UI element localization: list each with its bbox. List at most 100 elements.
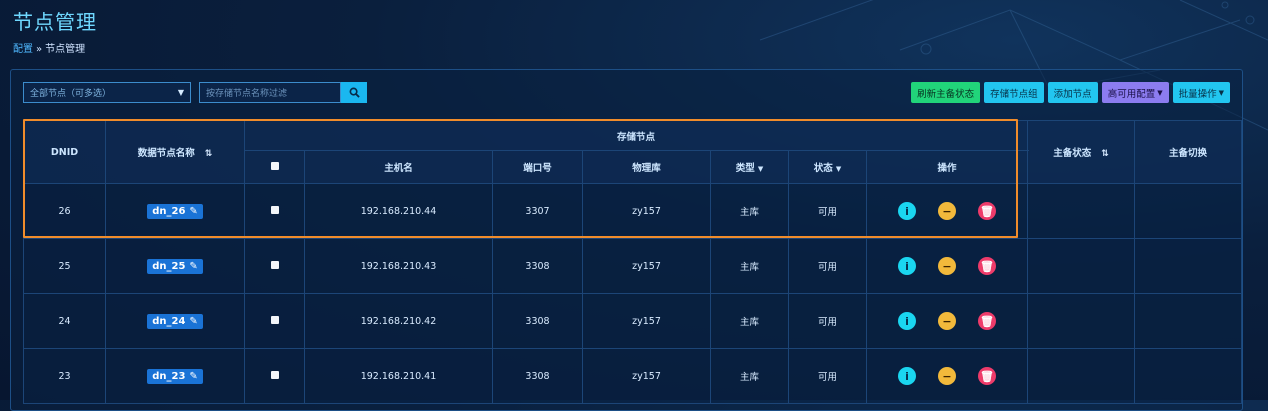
sort-icon[interactable]: ⇅	[1101, 149, 1109, 159]
type-cell: 主库	[710, 348, 789, 404]
master-switch-cell	[1134, 293, 1242, 349]
actions-cell: i − 🗑	[866, 293, 1028, 349]
row-checkbox-cell	[244, 183, 305, 239]
row-checkbox[interactable]	[270, 370, 279, 379]
table-row: 26 dn_26 ✎ 192.168.210.44 3307 zy157 主库 可…	[23, 183, 1242, 239]
port-cell: 3308	[492, 348, 583, 404]
batch-ops-label: 批量操作	[1178, 88, 1217, 100]
delete-icon[interactable]: 🗑	[978, 257, 996, 275]
status-cell: 可用	[788, 348, 867, 404]
physical-db-cell: zy157	[582, 293, 711, 349]
col-header-storage-node: 存储节点	[244, 120, 1028, 151]
batch-ops-dropdown-button[interactable]: 批量操作 ▼	[1172, 82, 1230, 103]
hostname-cell: 192.168.210.43	[304, 238, 493, 294]
col-header-master-status[interactable]: 主备状态 ⇅	[1027, 120, 1135, 184]
type-cell: 主库	[710, 293, 789, 349]
col-header-actions: 操作	[866, 150, 1028, 184]
port-cell: 3307	[492, 183, 583, 239]
minus-icon[interactable]: −	[938, 202, 956, 220]
edit-icon[interactable]: ✎	[189, 206, 197, 217]
dnid-cell: 25	[23, 238, 106, 294]
master-status-cell	[1027, 183, 1135, 239]
node-name-badge[interactable]: dn_25 ✎	[147, 258, 203, 274]
table-row: 24 dn_24 ✎ 192.168.210.42 3308 zy157 主库 可…	[23, 293, 1242, 349]
node-multiselect-value: 全部节点（可多选）	[30, 89, 112, 99]
col-header-port: 端口号	[492, 150, 583, 184]
dnid-cell: 23	[23, 348, 106, 404]
row-checkbox-cell	[244, 348, 305, 404]
breadcrumb-current: 节点管理	[45, 44, 86, 55]
edit-icon[interactable]: ✎	[189, 316, 197, 327]
ha-config-dropdown-button[interactable]: 高可用配置 ▼	[1101, 82, 1169, 103]
add-node-button[interactable]: 添加节点	[1047, 82, 1098, 103]
page-title: 节点管理	[13, 10, 97, 34]
node-management-panel: 全部节点（可多选） ▼ 刷新主备状态 存储节点组 添加节点 高可用配置▼ 批量操…	[10, 69, 1243, 411]
select-all-checkbox-cell	[244, 150, 305, 184]
col-header-data-node-name[interactable]: 数据节点名称 ⇅	[105, 120, 245, 184]
col-header-type[interactable]: 类型 ▼	[710, 150, 789, 184]
edit-icon[interactable]: ✎	[189, 261, 197, 272]
physical-db-cell: zy157	[582, 348, 711, 404]
refresh-master-status-button[interactable]: 刷新主备状态	[911, 82, 981, 103]
col-header-hostname: 主机名	[304, 150, 493, 184]
select-all-checkbox[interactable]	[270, 161, 279, 170]
node-multiselect[interactable]: 全部节点（可多选） ▼	[23, 82, 191, 103]
col-header-master-switch: 主备切换	[1134, 120, 1242, 184]
info-icon[interactable]: i	[898, 367, 916, 385]
ha-config-label: 高可用配置	[1107, 88, 1156, 100]
master-switch-cell	[1134, 348, 1242, 404]
status-cell: 可用	[788, 238, 867, 294]
action-toolbar: 刷新主备状态 存储节点组 添加节点 高可用配置 ▼ 批量操作 ▼	[911, 82, 1230, 103]
hostname-cell: 192.168.210.44	[304, 183, 493, 239]
minus-icon[interactable]: −	[938, 257, 956, 275]
row-checkbox-cell	[244, 238, 305, 294]
chevron-down-icon: ▼	[177, 88, 184, 97]
edit-icon[interactable]: ✎	[189, 371, 197, 382]
col-header-status[interactable]: 状态 ▼	[788, 150, 867, 184]
node-name-badge[interactable]: dn_23 ✎	[147, 368, 203, 384]
filter-toolbar: 全部节点（可多选） ▼	[23, 82, 367, 103]
row-checkbox-cell	[244, 293, 305, 349]
delete-icon[interactable]: 🗑	[978, 312, 996, 330]
table-row: 25 dn_25 ✎ 192.168.210.43 3308 zy157 主库 可…	[23, 238, 1242, 294]
info-icon[interactable]: i	[898, 257, 916, 275]
caret-down-icon: ▼	[835, 165, 842, 173]
minus-icon[interactable]: −	[938, 312, 956, 330]
row-checkbox[interactable]	[270, 315, 279, 324]
minus-icon[interactable]: −	[938, 367, 956, 385]
master-status-cell	[1027, 293, 1135, 349]
row-checkbox[interactable]	[270, 260, 279, 269]
master-switch-cell	[1134, 238, 1242, 294]
master-status-cell	[1027, 238, 1135, 294]
table-row: 23 dn_23 ✎ 192.168.210.41 3308 zy157 主库 可…	[23, 348, 1242, 404]
actions-cell: i − 🗑	[866, 348, 1028, 404]
delete-icon[interactable]: 🗑	[978, 202, 996, 220]
type-cell: 主库	[710, 183, 789, 239]
info-icon[interactable]: i	[898, 312, 916, 330]
node-name-cell: dn_24 ✎	[105, 293, 245, 349]
storage-node-filter-input[interactable]	[199, 82, 341, 103]
hostname-cell: 192.168.210.41	[304, 348, 493, 404]
master-status-cell	[1027, 348, 1135, 404]
node-name-cell: dn_23 ✎	[105, 348, 245, 404]
filter-group	[199, 82, 367, 103]
actions-cell: i − 🗑	[866, 183, 1028, 239]
dnid-cell: 26	[23, 183, 106, 239]
info-icon[interactable]: i	[898, 202, 916, 220]
dnid-cell: 24	[23, 293, 106, 349]
physical-db-cell: zy157	[582, 183, 711, 239]
node-table: DNID 数据节点名称 ⇅ 存储节点 主备状态 ⇅ 主备切换 主机名 端口号 物理库…	[23, 120, 1242, 404]
sort-icon[interactable]: ⇅	[205, 149, 213, 159]
status-cell: 可用	[788, 293, 867, 349]
col-header-dnid: DNID	[23, 120, 106, 184]
node-name-cell: dn_25 ✎	[105, 238, 245, 294]
delete-icon[interactable]: 🗑	[978, 367, 996, 385]
port-cell: 3308	[492, 293, 583, 349]
search-button[interactable]	[341, 82, 367, 103]
storage-node-group-button[interactable]: 存储节点组	[984, 82, 1044, 103]
actions-cell: i − 🗑	[866, 238, 1028, 294]
node-name-badge[interactable]: dn_24 ✎	[147, 313, 203, 329]
row-checkbox[interactable]	[270, 205, 279, 214]
node-name-badge[interactable]: dn_26 ✎	[147, 203, 203, 219]
breadcrumb-config-link[interactable]: 配置	[13, 44, 33, 55]
